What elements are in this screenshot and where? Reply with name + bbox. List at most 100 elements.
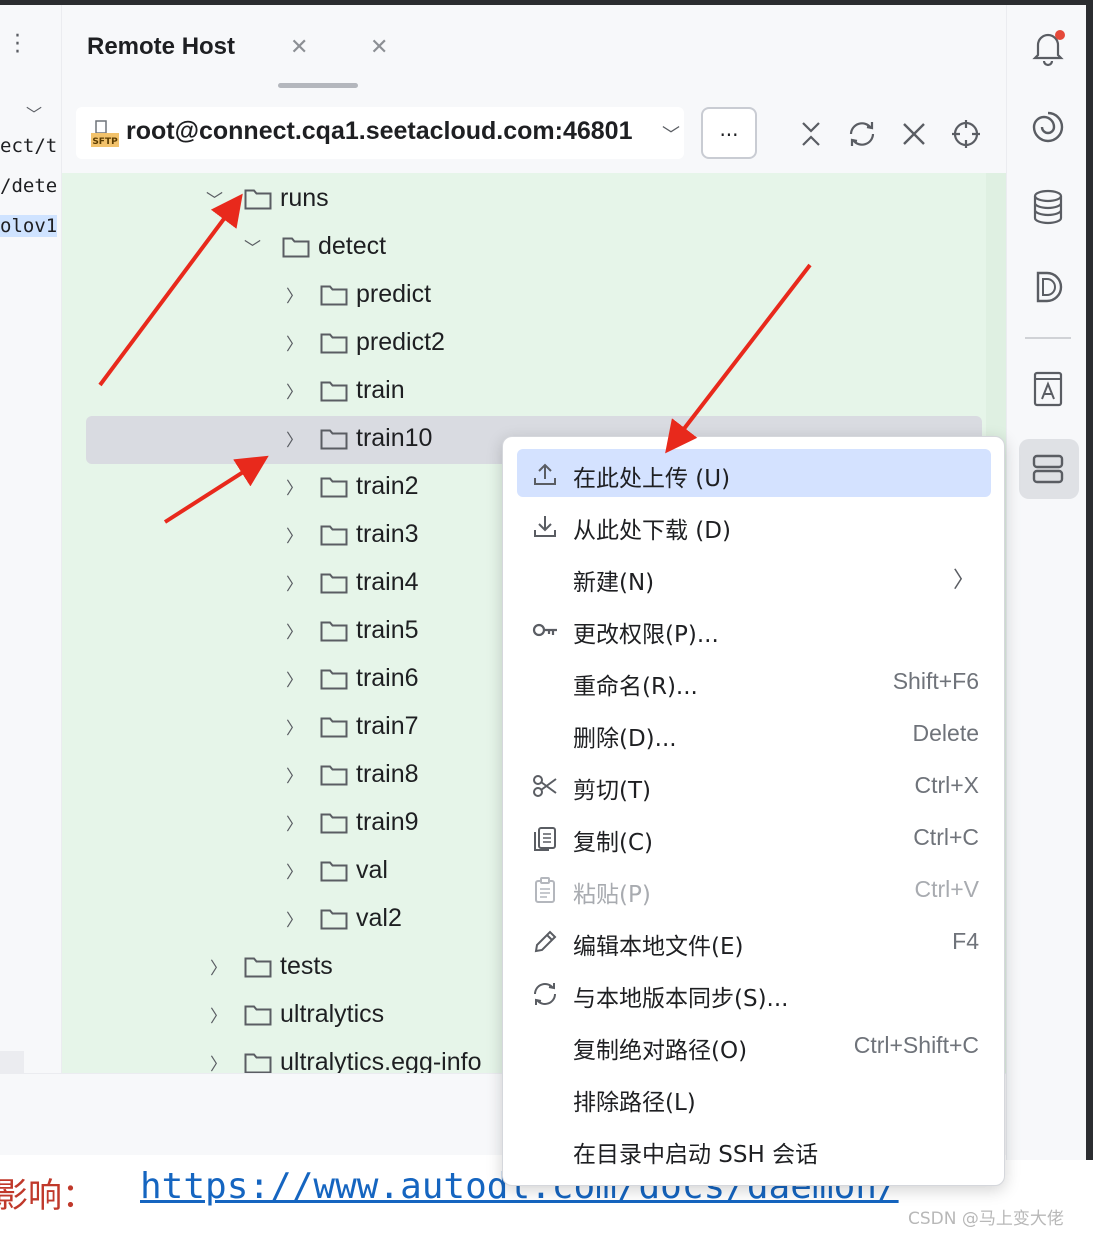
menu-item-shortcut: Shift+F6 [892, 668, 979, 694]
chevron-down-icon[interactable]: ﹀ [206, 186, 223, 211]
chevron-right-icon[interactable]: 〉 [286, 378, 303, 403]
menu-item-label: 更改权限(P)... [573, 622, 719, 648]
tree-item-label: train9 [356, 808, 419, 836]
menu-item-exclude-path[interactable]: 排除路径(L) [517, 1073, 991, 1121]
menu-item-label: 新建(N) [573, 570, 655, 596]
chevron-right-icon[interactable]: 〉 [286, 282, 303, 307]
menu-item-change-permissions[interactable]: 更改权限(P)... [517, 605, 991, 653]
menu-item-upload-here[interactable]: 在此处上传 (U) [517, 449, 991, 497]
menu-item-shortcut: Delete [912, 720, 979, 746]
tree-item-label: train7 [356, 712, 419, 740]
menu-item-shortcut: Ctrl+C [913, 824, 979, 850]
translation-icon[interactable] [1028, 369, 1068, 409]
tree-item-runs[interactable]: ﹀ runs [86, 176, 982, 224]
editor-scroll-corner [0, 1051, 24, 1073]
tab-bar: Remote Host ✕ ✕ [62, 5, 1006, 99]
tree-item-detect[interactable]: ﹀ detect [86, 224, 982, 272]
close-tab-icon[interactable]: ✕ [290, 35, 308, 60]
menu-item-new[interactable]: 新建(N) 〉 [517, 553, 991, 601]
chevron-right-icon[interactable]: 〉 [210, 1050, 227, 1073]
menu-item-copy[interactable]: 复制(C) Ctrl+C [517, 813, 991, 861]
ai-assistant-icon[interactable] [1028, 107, 1068, 147]
key-icon [532, 623, 557, 637]
copy-icon [534, 827, 556, 851]
document-text: 影响： [0, 1176, 96, 1216]
browse-button[interactable]: ... [701, 107, 757, 159]
tree-item-predict2[interactable]: 〉 predict2 [86, 320, 982, 368]
chevron-right-icon[interactable]: 〉 [286, 906, 303, 931]
chevron-right-icon[interactable]: 〉 [286, 714, 303, 739]
tree-item-label: ultralytics.egg-info [280, 1048, 482, 1073]
chevron-right-icon[interactable]: 〉 [286, 618, 303, 643]
menu-item-delete[interactable]: 删除(D)... Delete [517, 709, 991, 757]
tree-item-label: tests [280, 952, 333, 980]
chevron-down-icon[interactable]: ﹀ [26, 101, 42, 125]
locate-icon[interactable] [949, 117, 983, 151]
download-icon [534, 516, 556, 537]
menu-item-sync-local[interactable]: 与本地版本同步(S)... [517, 969, 991, 1017]
database-icon[interactable] [1028, 187, 1068, 227]
host-address: root@connect.cqa1.seetacloud.com:46801 [126, 117, 633, 145]
folder-icon [244, 1053, 272, 1073]
menu-item-shortcut: Ctrl+X [914, 772, 979, 798]
tree-item-label: ultralytics [280, 1000, 385, 1028]
notifications-icon[interactable] [1028, 27, 1068, 67]
more-options-icon[interactable]: · · · [14, 26, 21, 64]
folder-icon [244, 189, 272, 210]
editor-line-highlighted: olov1 [0, 215, 58, 237]
chevron-down-icon[interactable]: ﹀ [244, 234, 261, 259]
chevron-right-icon[interactable]: 〉 [286, 330, 303, 355]
menu-item-label: 与本地版本同步(S)... [573, 986, 789, 1012]
chevron-down-icon[interactable]: ﹀ [662, 121, 680, 147]
refresh-icon[interactable] [845, 117, 879, 151]
chevron-right-icon[interactable]: 〉 [210, 954, 227, 979]
close-icon[interactable]: ✕ [370, 35, 388, 60]
chevron-right-icon[interactable]: 〉 [286, 810, 303, 835]
folder-icon [320, 669, 348, 690]
menu-item-shortcut: Ctrl+Shift+C [853, 1032, 979, 1058]
tree-item-label: train6 [356, 664, 419, 692]
folder-icon [320, 477, 348, 498]
d-plugin-icon[interactable] [1028, 267, 1068, 307]
menu-item-cut[interactable]: 剪切(T) Ctrl+X [517, 761, 991, 809]
menu-item-label: 重命名(R)... [573, 674, 698, 700]
context-menu: 在此处上传 (U) 从此处下载 (D) 新建(N) 〉 更改权限(P)... 重… [502, 436, 1005, 1186]
host-selector[interactable]: SFTP root@connect.cqa1.seetacloud.com:46… [76, 107, 684, 159]
pencil-icon [534, 930, 557, 953]
menu-item-start-ssh-session[interactable]: 在目录中启动 SSH 会话 [517, 1125, 991, 1173]
menu-item-rename[interactable]: 重命名(R)... Shift+F6 [517, 657, 991, 705]
folder-icon [320, 765, 348, 786]
menu-item-edit-local-file[interactable]: 编辑本地文件(E) F4 [517, 917, 991, 965]
folder-icon [320, 573, 348, 594]
chevron-right-icon[interactable]: 〉 [286, 474, 303, 499]
chevron-right-icon[interactable]: 〉 [286, 762, 303, 787]
folder-icon [320, 429, 348, 450]
menu-item-download-here[interactable]: 从此处下载 (D) [517, 501, 991, 549]
folder-icon [320, 381, 348, 402]
chevron-right-icon[interactable]: 〉 [286, 666, 303, 691]
chevron-right-icon[interactable]: 〉 [286, 522, 303, 547]
tab-remote-host[interactable]: Remote Host [87, 33, 235, 61]
tree-item-label: predict [356, 280, 432, 308]
editor-line: ect/t [0, 135, 58, 157]
tree-item-label: predict2 [356, 328, 445, 356]
tree-item-label: val [356, 856, 388, 884]
chevron-right-icon[interactable]: 〉 [210, 1002, 227, 1027]
tree-item-predict[interactable]: 〉 predict [86, 272, 982, 320]
menu-item-copy-absolute-path[interactable]: 复制绝对路径(O) Ctrl+Shift+C [517, 1021, 991, 1069]
disconnect-icon[interactable] [897, 117, 931, 151]
chevron-right-icon[interactable]: 〉 [286, 426, 303, 451]
menu-item-label: 在目录中启动 SSH 会话 [573, 1142, 819, 1168]
folder-icon [320, 813, 348, 834]
folder-icon [320, 861, 348, 882]
scissors-icon [533, 775, 557, 797]
chevron-right-icon[interactable]: 〉 [286, 858, 303, 883]
tab-active-indicator [278, 83, 358, 88]
tree-item-label: train8 [356, 760, 419, 788]
menu-item-label: 复制(C) [573, 830, 654, 856]
chevron-right-icon[interactable]: 〉 [286, 570, 303, 595]
svg-text:SFTP: SFTP [92, 137, 118, 147]
menu-item-label: 复制绝对路径(O) [573, 1038, 748, 1064]
tree-item-train[interactable]: 〉 train [86, 368, 982, 416]
collapse-all-icon[interactable] [794, 117, 828, 151]
